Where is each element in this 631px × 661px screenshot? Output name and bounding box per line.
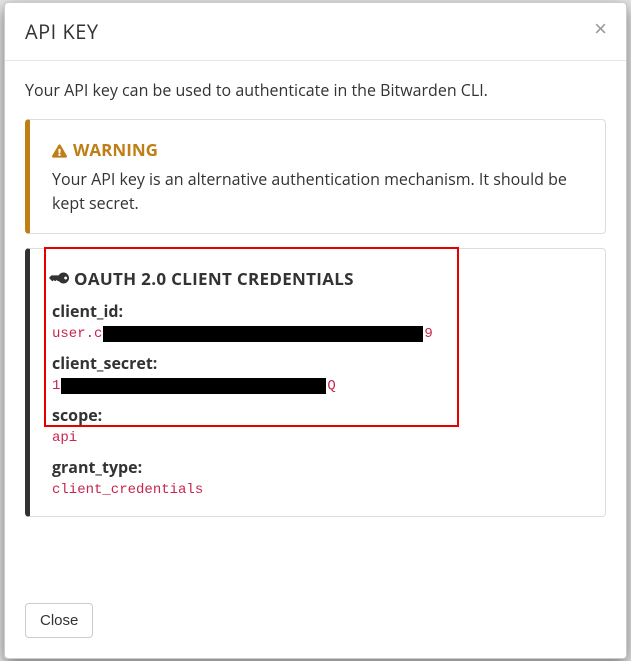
warning-title-text: WARNING (73, 138, 158, 161)
scope-label: scope: (52, 404, 583, 426)
grant-type-label: grant_type: (52, 456, 583, 478)
modal-body: Your API key can be used to authenticate… (5, 61, 626, 588)
client-id-prefix: user.c (52, 326, 102, 342)
credentials-title-text: OAUTH 2.0 CLIENT CREDENTIALS (74, 267, 354, 290)
client-id-suffix: 9 (424, 326, 432, 342)
scope-value: api (52, 430, 583, 446)
credentials-title-row: OAUTH 2.0 CLIENT CREDENTIALS (52, 267, 583, 290)
api-key-description: Your API key can be used to authenticate… (25, 79, 606, 101)
close-icon-button[interactable]: × (590, 18, 611, 40)
modal-title: API KEY (25, 18, 99, 45)
credentials-callout: OAUTH 2.0 CLIENT CREDENTIALS client_id: … (25, 248, 606, 517)
warning-callout: WARNING Your API key is an alternative a… (25, 119, 606, 234)
client-secret-label: client_secret: (52, 352, 583, 374)
client-secret-redaction (61, 378, 326, 394)
client-secret-prefix: 1 (52, 378, 60, 394)
client-secret-suffix: Q (327, 378, 335, 394)
close-button[interactable]: Close (25, 603, 93, 638)
modal-header: API KEY × (5, 3, 626, 61)
client-id-value: user.c 9 (52, 326, 583, 342)
warning-body: Your API key is an alternative authentic… (52, 167, 583, 215)
warning-title-row: WARNING (52, 138, 583, 161)
warning-icon (52, 144, 67, 158)
client-id-redaction (103, 326, 423, 342)
grant-type-value: client_credentials (52, 482, 583, 498)
modal-footer: Close (5, 588, 626, 658)
key-icon (49, 267, 72, 290)
api-key-modal: API KEY × Your API key can be used to au… (4, 2, 627, 659)
client-secret-value: 1 Q (52, 378, 583, 394)
close-icon: × (594, 16, 607, 41)
client-id-label: client_id: (52, 300, 583, 322)
